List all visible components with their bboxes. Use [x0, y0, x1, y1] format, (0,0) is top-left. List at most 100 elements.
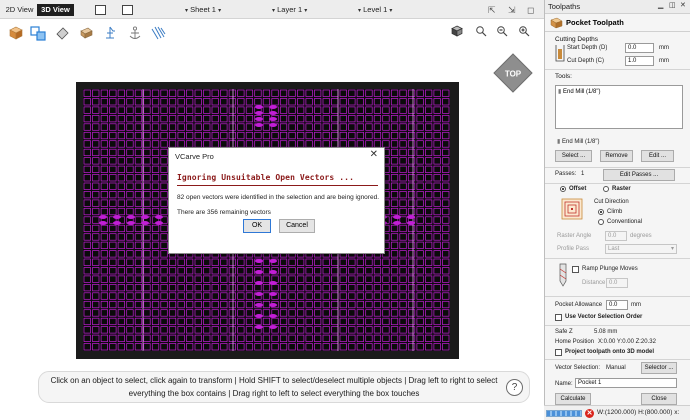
- material-block-icon[interactable]: [78, 25, 94, 41]
- anchor-icon[interactable]: [127, 25, 143, 41]
- level-name: Level 1: [363, 5, 388, 14]
- hint-text: Click on an object to select, click agai…: [43, 375, 505, 400]
- raster-angle-input[interactable]: 0.0: [605, 231, 627, 241]
- separator: [545, 69, 690, 70]
- project-toolpath-label: Project toolpath onto 3D model: [565, 349, 655, 355]
- zoom-extents-icon[interactable]: [496, 25, 508, 37]
- chevron-down-icon: ▾: [389, 8, 393, 14]
- cube-view-icon[interactable]: [451, 25, 463, 37]
- start-depth-input[interactable]: 0.0: [625, 43, 654, 53]
- ignoring-vectors-dialog: VCarve Pro ✕ Ignoring Unsuitable Open Ve…: [168, 147, 385, 254]
- use-vector-order-checkbox[interactable]: [555, 314, 562, 321]
- error-icon[interactable]: ✕: [585, 409, 594, 418]
- tool-list-item-label: End Mill (1/8"): [562, 89, 601, 95]
- passes-label: Passes:: [555, 171, 577, 177]
- raster-angle-unit: degrees: [630, 233, 652, 239]
- project-toolpath-checkbox[interactable]: [555, 349, 562, 356]
- start-depth-unit: mm: [659, 45, 669, 51]
- eraser-icon[interactable]: [54, 25, 70, 41]
- tool-list-item[interactable]: ▮ End Mill (1/8"): [558, 88, 600, 95]
- panel-heading: Pocket Toolpath: [566, 18, 624, 27]
- chevron-down-icon: ▾: [272, 8, 276, 14]
- raster-angle-label: Raster Angle: [557, 233, 592, 239]
- progress-bar: [546, 410, 582, 417]
- depth-diagram-icon: [555, 45, 565, 62]
- pin-icon[interactable]: ◫: [669, 1, 676, 9]
- pocket-allowance-input[interactable]: 0.0: [606, 300, 628, 310]
- offset-radio[interactable]: [560, 186, 566, 192]
- profile-pass-select[interactable]: Last ▾: [605, 244, 677, 254]
- view-cube-label: TOP: [505, 70, 522, 79]
- ramp-plunge-checkbox[interactable]: [572, 266, 579, 273]
- dialog-divider: [177, 185, 378, 186]
- component-view-icon[interactable]: [30, 25, 46, 41]
- vector-selection-label: Vector Selection:: [555, 365, 601, 371]
- remove-tool-button[interactable]: Remove: [600, 150, 633, 162]
- climb-radio[interactable]: [598, 209, 604, 215]
- home-position-label: Home Position: [555, 339, 595, 345]
- cutting-depths-heading: Cutting Depths: [555, 36, 598, 43]
- tab-3d-view[interactable]: 3D View: [37, 4, 74, 16]
- cut-depth-input[interactable]: 1.0: [625, 56, 654, 66]
- calculate-button[interactable]: Calculate: [555, 393, 591, 405]
- safe-z-label: Safe Z: [555, 329, 573, 335]
- conventional-label: Conventional: [607, 219, 643, 225]
- toolpath-panel: Toolpaths ▁ ◫ ✕ Pocket Toolpath Cutting …: [544, 0, 690, 420]
- conventional-radio[interactable]: [598, 219, 604, 225]
- layer-visibility-icon[interactable]: ◻: [527, 4, 534, 16]
- close-view-icon[interactable]: [122, 5, 133, 15]
- hatch-lines-icon[interactable]: [150, 25, 166, 41]
- sheet-selector[interactable]: ▾ Sheet 1 ▾: [185, 4, 221, 17]
- 3d-view-canvas[interactable]: TOP VCarve Pro ✕ Ignoring Unsuitable Ope…: [0, 19, 544, 420]
- redock-icon[interactable]: ⇲: [508, 4, 516, 16]
- dialog-heading: Ignoring Unsuitable Open Vectors ...: [177, 173, 354, 182]
- minimize-icon[interactable]: ▁: [658, 1, 663, 9]
- offset-pattern-icon: [561, 198, 583, 220]
- layer-selector[interactable]: ▾ Layer 1 ▾: [272, 4, 307, 17]
- vector-selection-value: Manual: [606, 365, 626, 371]
- view-cube[interactable]: TOP: [493, 53, 533, 93]
- passes-value: 1: [581, 171, 585, 177]
- edit-passes-button[interactable]: Edit Passes ...: [603, 169, 675, 181]
- safe-z-value: 5.08 mm: [594, 329, 618, 335]
- close-button[interactable]: Close: [641, 393, 677, 405]
- tile-views-icon[interactable]: [95, 5, 106, 15]
- hint-bar: Click on an object to select, click agai…: [38, 371, 530, 403]
- separator: [545, 258, 690, 259]
- close-icon[interactable]: ✕: [370, 149, 378, 160]
- panel-title: Toolpaths: [548, 2, 581, 11]
- select-tool-button[interactable]: Select ...: [555, 150, 592, 162]
- toolpath-icon[interactable]: [102, 25, 118, 41]
- undock-icon[interactable]: ⇱: [488, 4, 496, 16]
- dialog-message: 82 open vectors were identified in the s…: [177, 194, 379, 201]
- raster-radio[interactable]: [603, 186, 609, 192]
- chevron-down-icon: ▾: [218, 8, 222, 14]
- pan-icon[interactable]: [518, 25, 530, 37]
- toolpath-name-input[interactable]: Pocket 1: [575, 378, 677, 388]
- selected-tool: ▮ End Mill (1/8"): [557, 138, 599, 145]
- ramp-distance-input[interactable]: 0.0: [606, 278, 628, 288]
- cancel-button[interactable]: Cancel: [279, 219, 315, 233]
- separator: [545, 359, 690, 360]
- raster-label: Raster: [612, 186, 631, 192]
- separator: [545, 183, 690, 184]
- end-mill-icon: ▮: [558, 89, 562, 95]
- zoom-icon[interactable]: [475, 25, 487, 37]
- start-depth-label: Start Depth (D): [567, 45, 608, 51]
- name-label: Name:: [555, 381, 573, 387]
- pocket-allowance-label: Pocket Allowance: [555, 302, 603, 308]
- tools-label: Tools:: [555, 73, 572, 80]
- selected-tool-label: End Mill (1/8"): [561, 139, 600, 145]
- level-selector[interactable]: ▾ Level 1 ▾: [358, 4, 392, 17]
- tab-2d-view[interactable]: 2D View: [4, 4, 35, 16]
- ok-button[interactable]: OK: [243, 219, 271, 233]
- climb-label: Climb: [607, 209, 623, 215]
- end-mill-icon: ▮: [557, 139, 561, 145]
- chevron-down-icon: ▾: [304, 8, 308, 14]
- iso-view-icon[interactable]: [8, 25, 24, 41]
- help-button[interactable]: ?: [506, 379, 523, 396]
- tools-list[interactable]: ▮ End Mill (1/8"): [555, 85, 683, 129]
- selector-button[interactable]: Selector ...: [641, 362, 677, 374]
- edit-tool-button[interactable]: Edit ...: [641, 150, 674, 162]
- close-icon[interactable]: ✕: [680, 1, 686, 9]
